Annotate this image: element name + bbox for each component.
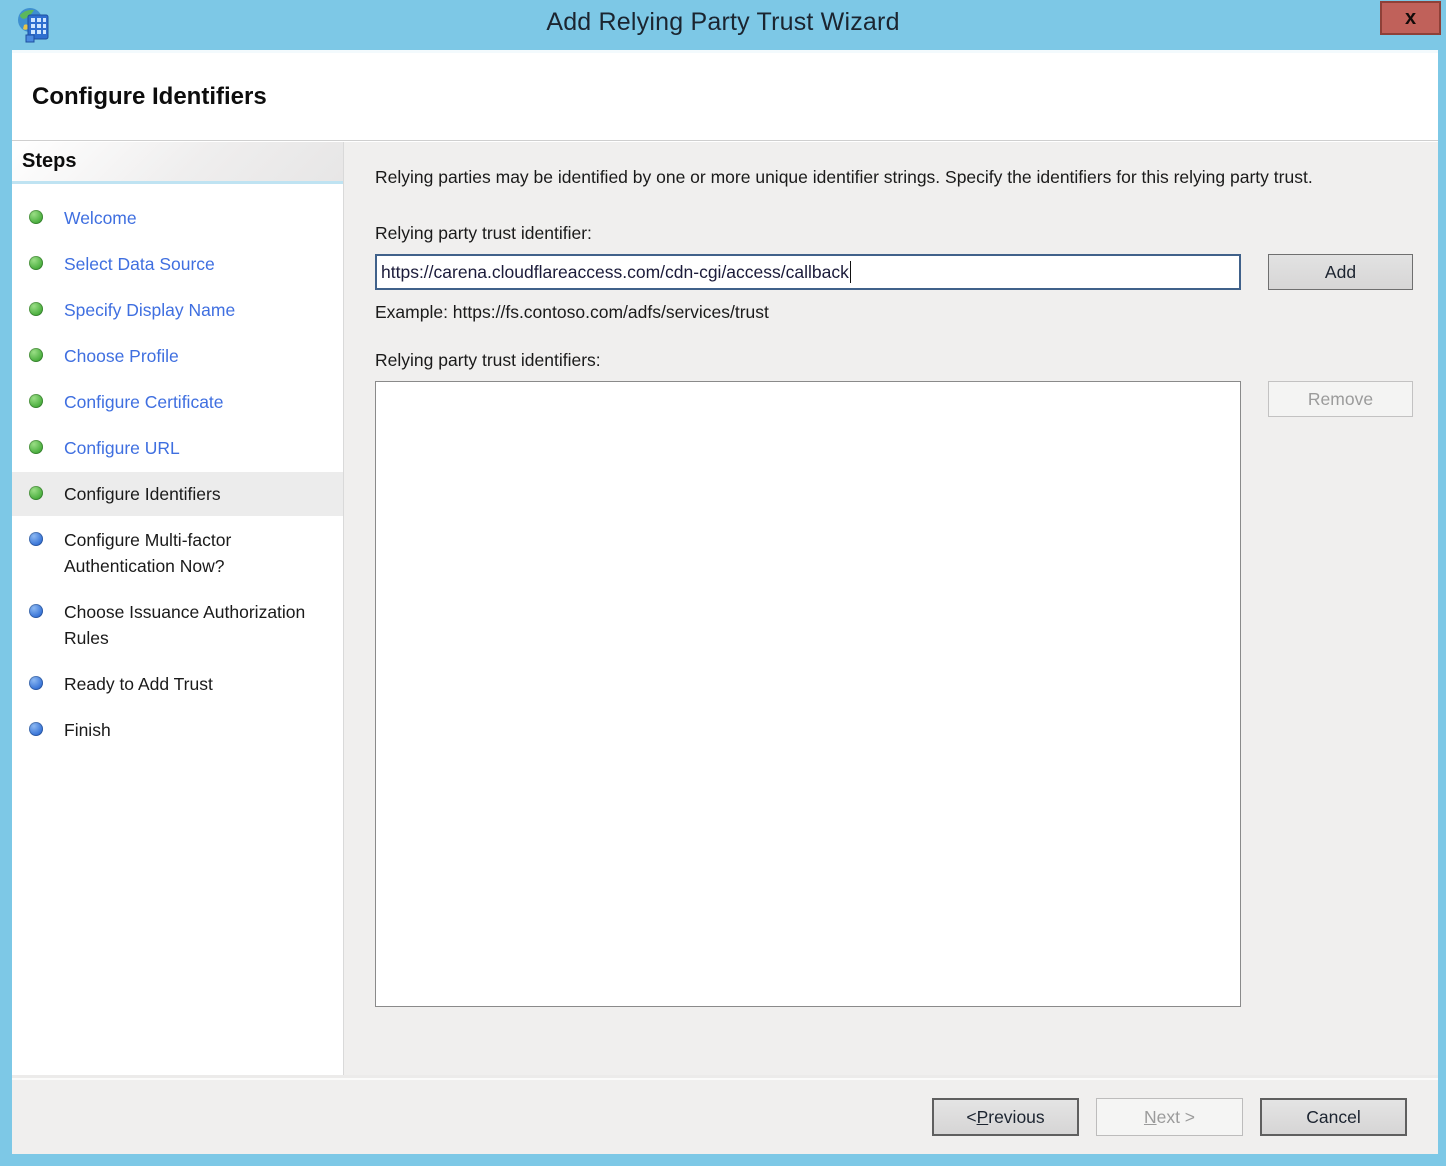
- sidebar-step-choose-issuance-authorization-rules: Choose Issuance Authorization Rules: [12, 590, 343, 660]
- remove-button[interactable]: Remove: [1268, 381, 1413, 417]
- sidebar-step-configure-identifiers: Configure Identifiers: [12, 472, 343, 516]
- sidebar-step-configure-certificate[interactable]: Configure Certificate: [12, 380, 343, 424]
- step-label: Configure Identifiers: [64, 481, 221, 507]
- step-done-bullet-icon: [29, 256, 43, 270]
- steps-sidebar: Steps Welcome Select Data Source Specify D…: [12, 142, 344, 1078]
- step-done-bullet-icon: [29, 440, 43, 454]
- text-caret: [850, 261, 852, 283]
- step-label: Choose Profile: [64, 343, 179, 369]
- steps-heading: Steps: [22, 150, 76, 173]
- sidebar-step-finish: Finish: [12, 708, 343, 752]
- identifier-input-value: https://carena.cloudflareaccess.com/cdn-…: [381, 262, 849, 283]
- step-pending-bullet-icon: [29, 722, 43, 736]
- step-label: Configure URL: [64, 435, 180, 461]
- steps-header: Steps: [12, 142, 343, 184]
- step-label: Configure Multi-factor Authentication No…: [64, 527, 314, 579]
- identifier-input[interactable]: https://carena.cloudflareaccess.com/cdn-…: [375, 254, 1241, 290]
- step-label: Configure Certificate: [64, 389, 224, 415]
- identifier-input-row: https://carena.cloudflareaccess.com/cdn-…: [375, 254, 1413, 290]
- step-label: Finish: [64, 717, 111, 743]
- step-pending-bullet-icon: [29, 604, 43, 618]
- identifier-field-label: Relying party trust identifier:: [375, 223, 1413, 244]
- page-title: Configure Identifiers: [32, 83, 267, 111]
- step-pending-bullet-icon: [29, 532, 43, 546]
- step-done-bullet-icon: [29, 486, 43, 500]
- close-button[interactable]: x: [1380, 1, 1441, 35]
- main-pane: Relying parties may be identified by one…: [344, 142, 1438, 1078]
- steps-list: Welcome Select Data Source Specify Display…: [12, 184, 343, 752]
- step-label: Ready to Add Trust: [64, 671, 213, 697]
- add-button[interactable]: Add: [1268, 254, 1413, 290]
- sidebar-step-welcome[interactable]: Welcome: [12, 196, 343, 240]
- step-done-bullet-icon: [29, 348, 43, 362]
- step-label: Specify Display Name: [64, 297, 235, 323]
- page-header: Configure Identifiers: [12, 53, 1438, 141]
- example-text: Example: https://fs.contoso.com/adfs/ser…: [375, 302, 1413, 323]
- sidebar-step-choose-profile[interactable]: Choose Profile: [12, 334, 343, 378]
- previous-button[interactable]: < Previous: [932, 1098, 1079, 1136]
- sidebar-step-configure-url[interactable]: Configure URL: [12, 426, 343, 470]
- sidebar-step-specify-display-name[interactable]: Specify Display Name: [12, 288, 343, 332]
- sidebar-step-select-data-source[interactable]: Select Data Source: [12, 242, 343, 286]
- identifiers-listbox-row: Remove: [375, 381, 1413, 1007]
- next-button[interactable]: Next >: [1096, 1098, 1243, 1136]
- step-label: Select Data Source: [64, 251, 215, 277]
- step-done-bullet-icon: [29, 394, 43, 408]
- identifiers-list-label: Relying party trust identifiers:: [375, 350, 1413, 371]
- cancel-button[interactable]: Cancel: [1260, 1098, 1407, 1136]
- step-done-bullet-icon: [29, 210, 43, 224]
- step-label: Choose Issuance Authorization Rules: [64, 599, 314, 651]
- footer-bar: < Previous Next > Cancel: [12, 1078, 1438, 1154]
- wizard-window: Add Relying Party Trust Wizard x Configu…: [0, 0, 1446, 1166]
- window-title: Add Relying Party Trust Wizard: [0, 8, 1446, 37]
- step-label: Welcome: [64, 205, 137, 231]
- page-description: Relying parties may be identified by one…: [375, 164, 1413, 191]
- wizard-content: Configure Identifiers Steps Welcome Selec…: [12, 50, 1438, 1154]
- title-bar: Add Relying Party Trust Wizard x: [0, 0, 1446, 50]
- step-pending-bullet-icon: [29, 676, 43, 690]
- wizard-body: Steps Welcome Select Data Source Specify D…: [12, 142, 1438, 1078]
- sidebar-step-ready-to-add-trust: Ready to Add Trust: [12, 662, 343, 706]
- identifiers-listbox[interactable]: [375, 381, 1241, 1007]
- sidebar-step-configure-multi-factor-authentication-now: Configure Multi-factor Authentication No…: [12, 518, 343, 588]
- step-done-bullet-icon: [29, 302, 43, 316]
